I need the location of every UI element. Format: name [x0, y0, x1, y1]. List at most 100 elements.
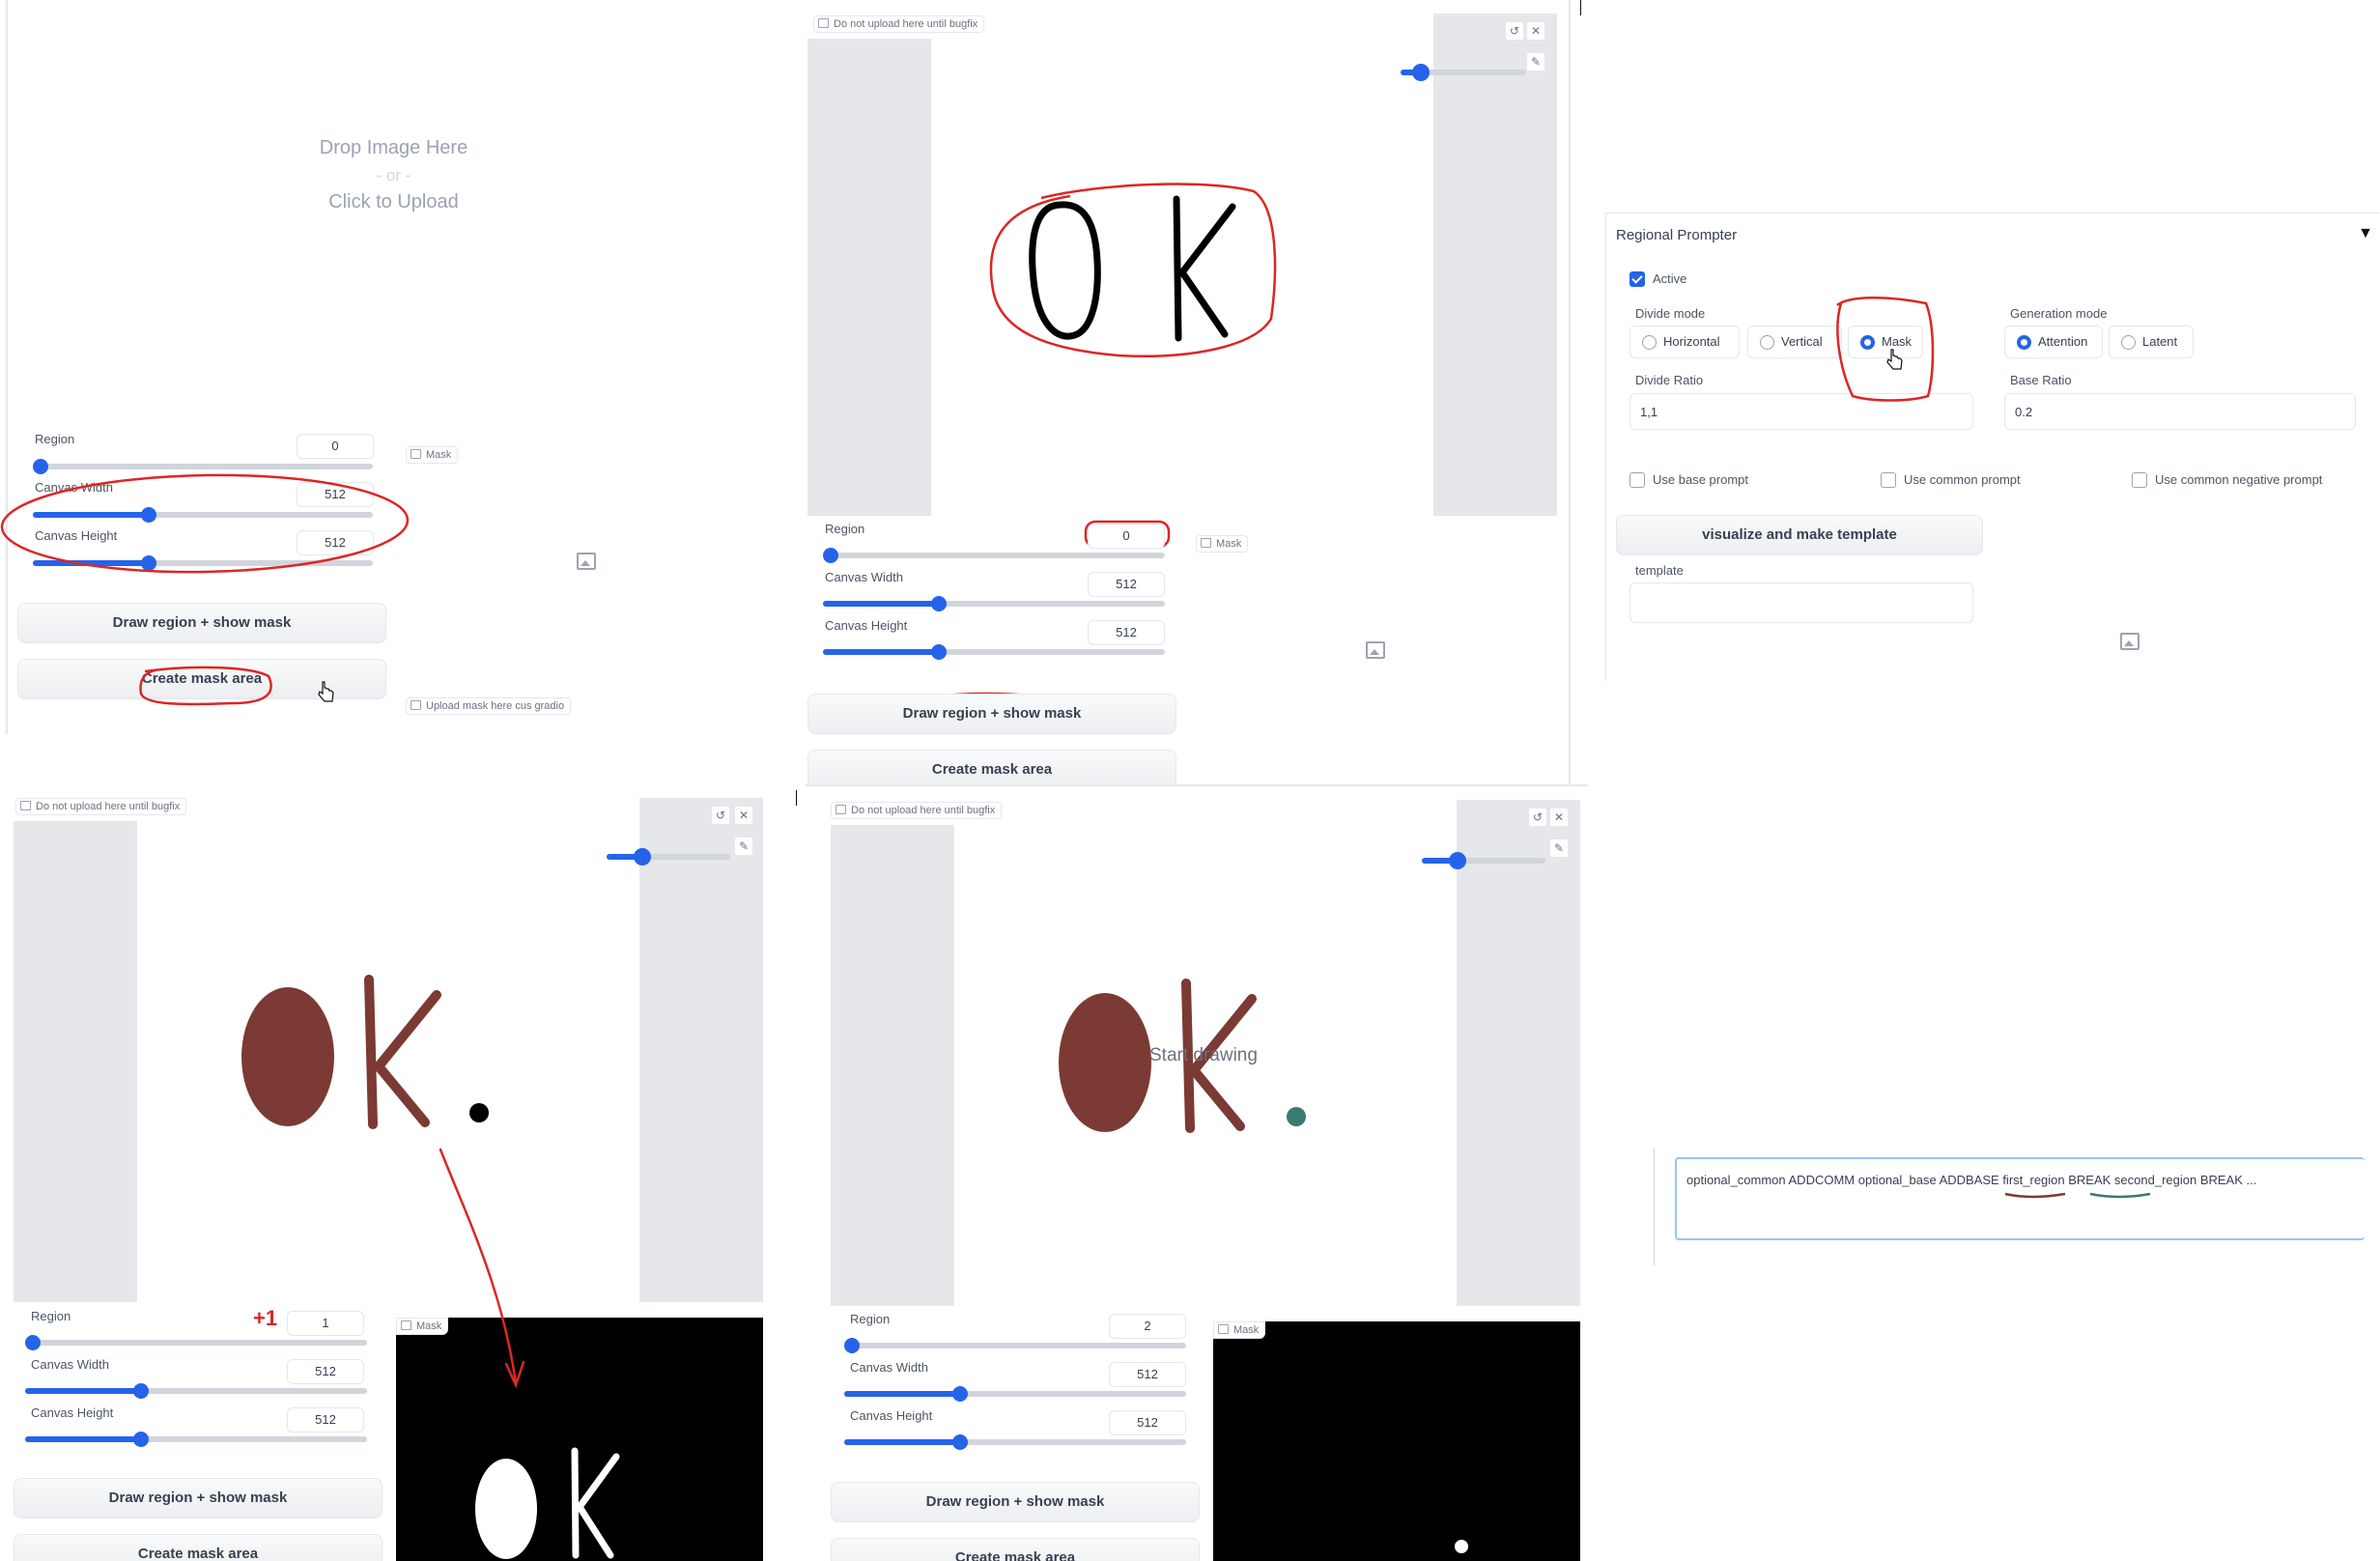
canvas-height-thumb[interactable]: [952, 1434, 968, 1450]
canvas-height-input[interactable]: 512: [287, 1407, 364, 1433]
accordion-title[interactable]: Regional Prompter: [1616, 227, 1737, 243]
draw-region-button[interactable]: Draw region + show mask: [14, 1478, 382, 1518]
region-number-input[interactable]: 0: [1088, 524, 1165, 549]
close-icon[interactable]: ✕: [1549, 808, 1569, 827]
region-number-input[interactable]: 2: [1109, 1314, 1186, 1339]
regional-prompter-accordion: Regional Prompter ▼ Active Divide mode H…: [1605, 213, 2379, 681]
region-slider[interactable]: [844, 1338, 1186, 1353]
radio-latent[interactable]: [2121, 335, 2136, 350]
create-mask-area-button[interactable]: Create mask area: [14, 1534, 382, 1561]
undo-icon[interactable]: ↺: [711, 806, 730, 825]
canvas-width-thumb[interactable]: [141, 507, 156, 523]
canvas-height-input[interactable]: 512: [1109, 1410, 1186, 1435]
brush-size-thumb[interactable]: [1412, 64, 1430, 81]
brush-size-thumb[interactable]: [634, 848, 651, 866]
brush-icon[interactable]: ✎: [734, 837, 753, 856]
do-not-upload-tag: Do not upload here until bugfix: [831, 802, 1003, 819]
generation-mode-attention[interactable]: Attention: [2004, 326, 2103, 358]
active-label: Active: [1653, 271, 1687, 286]
region-number-input[interactable]: 1: [287, 1311, 364, 1336]
create-mask-area-button[interactable]: Create mask area: [831, 1538, 1200, 1561]
generation-mode-latent[interactable]: Latent: [2109, 326, 2194, 358]
region-label: Region: [825, 522, 865, 536]
mask-tag: Mask: [406, 446, 459, 464]
canvas-width-slider[interactable]: [25, 1383, 367, 1399]
region-slider-thumb[interactable]: [844, 1338, 860, 1353]
canvas-width-input[interactable]: 512: [287, 1359, 364, 1384]
canvas-height-slider[interactable]: [25, 1432, 367, 1447]
close-icon[interactable]: ✕: [1526, 21, 1545, 41]
draw-region-button[interactable]: Draw region + show mask: [831, 1482, 1200, 1522]
divide-ratio-input[interactable]: 1,1: [1629, 393, 1973, 430]
use-base-prompt-checkbox[interactable]: [1629, 472, 1645, 488]
canvas-height-slider[interactable]: [33, 555, 373, 571]
canvas-width-input[interactable]: 512: [297, 482, 374, 507]
draw-region-button[interactable]: Draw region + show mask: [17, 603, 386, 643]
canvas-width-input[interactable]: 512: [1109, 1362, 1186, 1387]
panel-4-region-1: Do not upload here until bugfix ↺ ✕ ✎ Re…: [0, 784, 780, 1561]
painted-dot: [469, 1103, 489, 1122]
create-mask-area-button[interactable]: Create mask area: [808, 750, 1176, 784]
draw-region-button[interactable]: Draw region + show mask: [808, 694, 1176, 734]
canvas-height-fill: [25, 1436, 141, 1442]
brush-size-thumb[interactable]: [1449, 852, 1466, 869]
canvas-height-slider[interactable]: [844, 1434, 1186, 1450]
prompt-textarea[interactable]: optional_common ADDCOMM optional_base AD…: [1675, 1157, 2365, 1240]
painted-letter-o: [1059, 993, 1151, 1132]
base-ratio-input[interactable]: 0.2: [2004, 393, 2356, 430]
template-textarea[interactable]: [1629, 582, 1973, 623]
divide-mode-mask[interactable]: Mask: [1848, 326, 1923, 358]
radio-mask[interactable]: [1860, 335, 1875, 350]
canvas-height-thumb[interactable]: [931, 644, 947, 660]
region-slider-thumb[interactable]: [33, 459, 48, 474]
region-slider-thumb[interactable]: [823, 548, 838, 563]
use-common-negative-prompt-checkbox[interactable]: [2132, 472, 2147, 488]
brush-size-slider[interactable]: [1422, 852, 1545, 869]
undo-icon[interactable]: ↺: [1528, 808, 1547, 827]
divide-mode-horizontal[interactable]: Horizontal: [1629, 326, 1740, 358]
canvas-height-fill: [823, 649, 939, 655]
generation-mode-label: Generation mode: [2010, 306, 2108, 321]
panel-2-right-border: [1569, 0, 1571, 784]
canvas-width-slider[interactable]: [844, 1386, 1186, 1402]
canvas-width-slider[interactable]: [823, 596, 1165, 611]
canvas-width-slider[interactable]: [33, 507, 373, 523]
region-slider[interactable]: [33, 459, 373, 474]
canvas-height-thumb[interactable]: [133, 1432, 149, 1447]
brush-size-slider[interactable]: [607, 848, 730, 866]
region-slider-thumb[interactable]: [25, 1335, 41, 1350]
use-common-prompt-checkbox[interactable]: [1881, 472, 1896, 488]
canvas-width-thumb[interactable]: [952, 1386, 968, 1402]
canvas-width-input[interactable]: 512: [1088, 572, 1165, 597]
undo-icon[interactable]: ↺: [1505, 21, 1524, 41]
visualize-template-button[interactable]: visualize and make template: [1616, 515, 1983, 555]
radio-horizontal[interactable]: [1642, 335, 1657, 350]
create-mask-area-button[interactable]: Create mask area: [17, 659, 386, 699]
image-icon: [1201, 538, 1211, 548]
brush-icon[interactable]: ✎: [1549, 838, 1569, 858]
radio-vertical[interactable]: [1760, 335, 1774, 350]
canvas-height-input[interactable]: 512: [1088, 620, 1165, 645]
region-slider[interactable]: [823, 548, 1165, 563]
active-checkbox[interactable]: [1629, 271, 1645, 287]
region-label: Region: [35, 432, 75, 446]
close-icon[interactable]: ✕: [734, 806, 753, 825]
brush-size-slider[interactable]: [1401, 64, 1526, 81]
canvas-width-fill: [844, 1391, 960, 1397]
region-slider[interactable]: [25, 1335, 367, 1350]
radio-attention[interactable]: [2017, 335, 2031, 350]
mask-preview: Mask: [1213, 1321, 1580, 1561]
canvas-height-input[interactable]: 512: [297, 530, 374, 555]
region-number-input[interactable]: 0: [297, 434, 374, 459]
collapse-toggle-icon[interactable]: ▼: [2358, 225, 2373, 242]
image-placeholder-icon: [577, 553, 596, 570]
panel-1-left-border: [6, 0, 8, 734]
canvas-width-thumb[interactable]: [931, 596, 947, 611]
canvas-width-thumb[interactable]: [133, 1383, 149, 1399]
image-drop-zone[interactable]: Drop Image Here - or - Click to Upload: [10, 0, 778, 415]
divide-mode-vertical[interactable]: Vertical: [1747, 326, 1842, 358]
drop-click: Click to Upload: [328, 191, 459, 213]
canvas-height-thumb[interactable]: [141, 555, 156, 571]
brush-icon[interactable]: ✎: [1526, 52, 1545, 71]
canvas-height-slider[interactable]: [823, 644, 1165, 660]
